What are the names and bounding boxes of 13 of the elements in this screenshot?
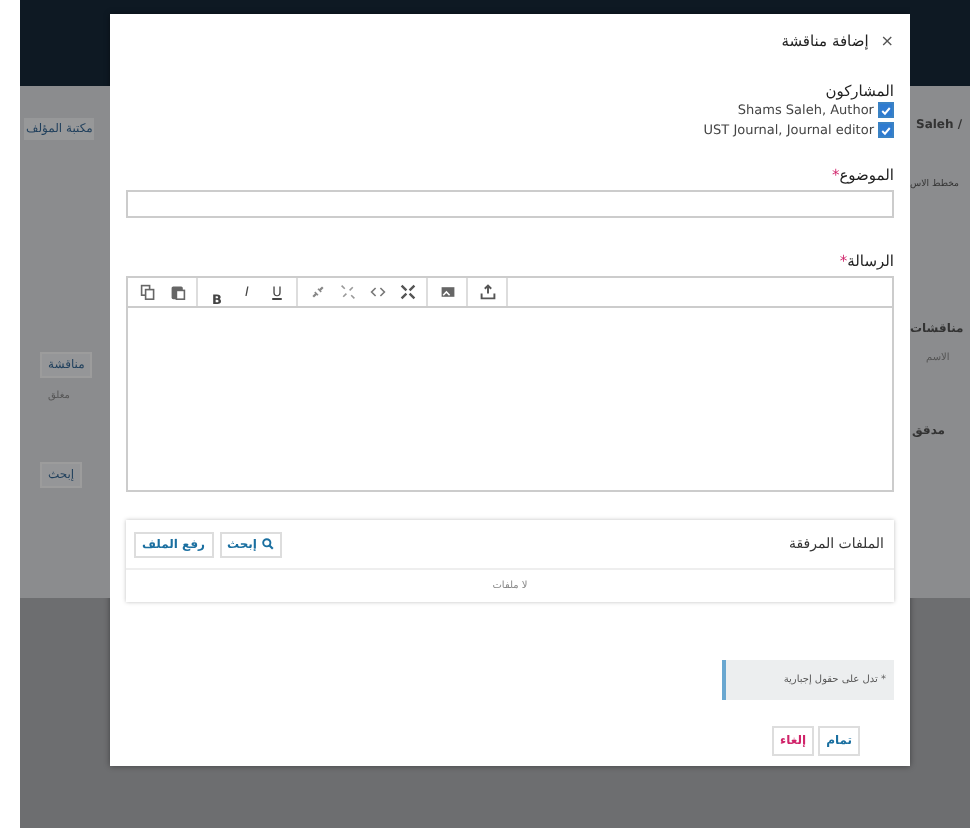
checkbox[interactable] [878, 102, 894, 118]
checkbox[interactable] [878, 122, 894, 138]
close-button[interactable]: × [880, 31, 894, 49]
header-bar [910, 0, 970, 86]
header-bar [20, 0, 110, 86]
upload-icon[interactable] [479, 284, 495, 300]
search-icon [261, 538, 273, 550]
subject-field[interactable] [126, 190, 894, 218]
image-icon[interactable] [439, 284, 455, 300]
fullscreen-icon[interactable] [399, 284, 415, 300]
copy-icon[interactable] [139, 284, 155, 300]
code-icon[interactable] [369, 284, 385, 300]
paste-icon[interactable] [169, 284, 185, 300]
